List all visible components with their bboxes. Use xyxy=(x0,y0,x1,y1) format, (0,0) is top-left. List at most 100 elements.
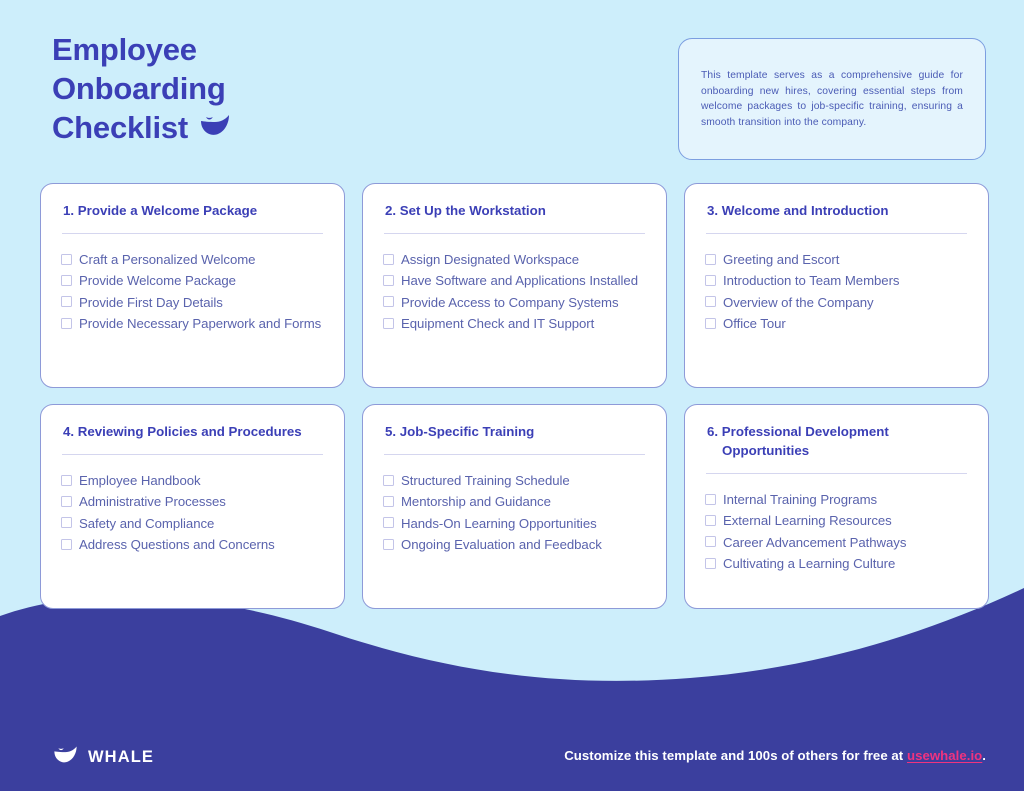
checklist-item[interactable]: Office Tour xyxy=(705,314,968,333)
checklist-item-label: Provide First Day Details xyxy=(79,294,223,310)
card-title-line-1: 6. Professional Development xyxy=(707,424,889,439)
title-line-2: Onboarding xyxy=(52,71,226,106)
checklist-item-label: Introduction to Team Members xyxy=(723,273,900,289)
checklist-item-label: Provide Necessary Paperwork and Forms xyxy=(79,316,322,332)
usewhale-link[interactable]: usewhale.io xyxy=(907,748,982,763)
footer-cta-prefix: Customize this template and 100s of othe… xyxy=(564,748,907,763)
card-divider xyxy=(706,233,967,234)
card-title: 3. Welcome and Introduction xyxy=(707,203,889,218)
checklist-item[interactable]: Cultivating a Learning Culture xyxy=(705,554,968,573)
checklist-item-label: Office Tour xyxy=(723,316,786,332)
card-divider xyxy=(62,233,323,234)
checklist-item-label: Hands-On Learning Opportunities xyxy=(401,515,597,531)
checkbox-icon[interactable] xyxy=(61,517,72,529)
checklist-items: Assign Designated Workspace Have Softwar… xyxy=(383,250,646,336)
checkbox-icon[interactable] xyxy=(705,514,716,526)
checklist-item[interactable]: Provide Welcome Package xyxy=(61,271,324,290)
checkbox-icon[interactable] xyxy=(61,274,72,286)
checklist-items: Employee Handbook Administrative Process… xyxy=(61,471,324,557)
card-divider xyxy=(706,473,967,474)
checkbox-icon[interactable] xyxy=(705,296,716,308)
checklist-item[interactable]: Career Advancement Pathways xyxy=(705,533,968,552)
checklist-item-label: Craft a Personalized Welcome xyxy=(79,252,256,267)
template-description-text: This template serves as a comprehensive … xyxy=(701,70,963,128)
checklist-item[interactable]: Have Software and Applications Installed xyxy=(383,271,646,290)
checklist-item[interactable]: Equipment Check and IT Support xyxy=(383,314,646,333)
checkbox-icon[interactable] xyxy=(383,495,394,507)
checklist-item[interactable]: Administrative Processes xyxy=(61,492,324,511)
checklist-item[interactable]: Provide Access to Company Systems xyxy=(383,293,646,312)
checklist-card-grid: 1. Provide a Welcome Package Craft a Per… xyxy=(40,183,989,609)
checklist-item-label: Safety and Compliance xyxy=(79,515,215,531)
checklist-item-label: Equipment Check and IT Support xyxy=(401,316,595,332)
checklist-item[interactable]: Safety and Compliance xyxy=(61,514,324,533)
checklist-item[interactable]: Ongoing Evaluation and Feedback xyxy=(383,535,646,554)
checkbox-icon[interactable] xyxy=(705,493,716,505)
checklist-card: 6. Professional Development Opportunitie… xyxy=(684,404,989,609)
template-description-box: This template serves as a comprehensive … xyxy=(678,38,986,160)
checklist-card: 1. Provide a Welcome Package Craft a Per… xyxy=(40,183,345,388)
checklist-card: 4. Reviewing Policies and Procedures Emp… xyxy=(40,404,345,609)
checklist-item[interactable]: Mentorship and Guidance xyxy=(383,492,646,511)
card-title: 5. Job-Specific Training xyxy=(385,424,535,439)
checklist-item[interactable]: Structured Training Schedule xyxy=(383,471,646,490)
checklist-item-label: Mentorship and Guidance xyxy=(401,494,551,510)
checklist-item-label: Cultivating a Learning Culture xyxy=(723,556,896,572)
checklist-item-label: Internal Training Programs xyxy=(723,492,878,507)
checklist-item[interactable]: Overview of the Company xyxy=(705,293,968,312)
checklist-card: 2. Set Up the Workstation Assign Designa… xyxy=(362,183,667,388)
checkbox-icon[interactable] xyxy=(383,274,394,286)
checkbox-icon[interactable] xyxy=(383,253,394,265)
checkbox-icon[interactable] xyxy=(61,296,72,308)
checkbox-icon[interactable] xyxy=(705,274,716,286)
card-title: 6. Professional Development Opportunitie… xyxy=(705,422,968,460)
card-divider xyxy=(62,454,323,455)
checkbox-icon[interactable] xyxy=(383,517,394,529)
checkbox-icon[interactable] xyxy=(383,474,394,486)
card-title: 2. Set Up the Workstation xyxy=(385,203,546,218)
checkbox-icon[interactable] xyxy=(61,317,72,329)
checklist-item[interactable]: Greeting and Escort xyxy=(705,250,968,269)
checkbox-icon[interactable] xyxy=(705,557,716,569)
checkbox-icon[interactable] xyxy=(61,253,72,265)
card-title-line-2: Opportunities xyxy=(722,443,810,458)
checklist-card: 3. Welcome and Introduction Greeting and… xyxy=(684,183,989,388)
checklist-card: 5. Job-Specific Training Structured Trai… xyxy=(362,404,667,609)
checkbox-icon[interactable] xyxy=(705,536,716,548)
checklist-items: Greeting and Escort Introduction to Team… xyxy=(705,250,968,336)
checklist-items: Craft a Personalized Welcome Provide Wel… xyxy=(61,250,324,336)
card-divider xyxy=(384,454,645,455)
checklist-item[interactable]: Craft a Personalized Welcome xyxy=(61,250,324,269)
checklist-item[interactable]: Address Questions and Concerns xyxy=(61,535,324,554)
checklist-item-label: Provide Access to Company Systems xyxy=(401,294,619,310)
checklist-item[interactable]: Introduction to Team Members xyxy=(705,271,968,290)
checkbox-icon[interactable] xyxy=(61,495,72,507)
checkbox-icon[interactable] xyxy=(705,253,716,265)
checklist-item-label: Assign Designated Workspace xyxy=(401,252,579,267)
template-page: Employee Onboarding Checklist This templ… xyxy=(0,0,1024,791)
checklist-item-label: Employee Handbook xyxy=(79,473,201,488)
checkbox-icon[interactable] xyxy=(61,474,72,486)
checkbox-icon[interactable] xyxy=(61,538,72,550)
checklist-item[interactable]: Internal Training Programs xyxy=(705,490,968,509)
checklist-item-label: Address Questions and Concerns xyxy=(79,537,275,553)
checklist-item[interactable]: Assign Designated Workspace xyxy=(383,250,646,269)
checklist-item[interactable]: Hands-On Learning Opportunities xyxy=(383,514,646,533)
checklist-item[interactable]: Employee Handbook xyxy=(61,471,324,490)
card-divider xyxy=(384,233,645,234)
checkbox-icon[interactable] xyxy=(383,317,394,329)
checkbox-icon[interactable] xyxy=(705,317,716,329)
checkbox-icon[interactable] xyxy=(383,538,394,550)
checklist-item-label: Structured Training Schedule xyxy=(401,473,570,488)
checklist-item[interactable]: External Learning Resources xyxy=(705,511,968,530)
footer-cta: Customize this template and 100s of othe… xyxy=(564,748,986,763)
page-title-text: Employee Onboarding Checklist xyxy=(52,30,232,147)
checkbox-icon[interactable] xyxy=(383,296,394,308)
checklist-item[interactable]: Provide First Day Details xyxy=(61,293,324,312)
checklist-item[interactable]: Provide Necessary Paperwork and Forms xyxy=(61,314,324,333)
checklist-item-label: Career Advancement Pathways xyxy=(723,534,907,550)
page-title: Employee Onboarding Checklist xyxy=(52,30,232,147)
checklist-item-label: Greeting and Escort xyxy=(723,252,840,267)
checklist-item-label: Ongoing Evaluation and Feedback xyxy=(401,537,602,553)
whale-logo[interactable]: WHALE xyxy=(52,744,154,770)
